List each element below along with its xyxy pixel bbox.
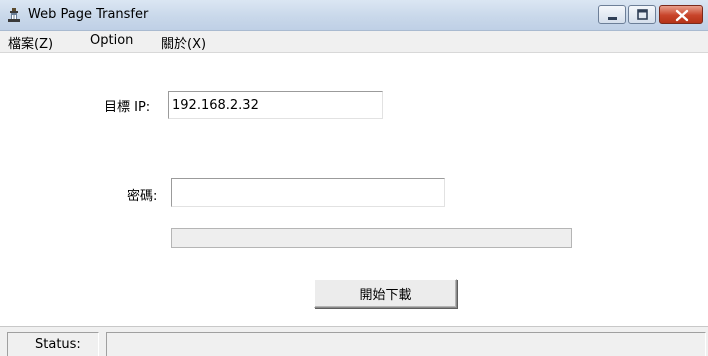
password-label: 密碼:: [127, 189, 158, 204]
status-label: Status:: [35, 337, 81, 352]
close-button[interactable]: [659, 5, 703, 24]
menu-file[interactable]: 檔案(Z): [8, 33, 53, 52]
title-bar[interactable]: Web Page Transfer: [0, 0, 708, 31]
window-title: Web Page Transfer: [28, 7, 149, 22]
app-window: Web Page Transfer 檔案(Z) Option 關於(X) 目標 …: [0, 0, 708, 356]
ip-label: 目標 IP:: [104, 100, 151, 115]
maximize-icon: [637, 9, 648, 20]
status-bar: [0, 326, 708, 356]
ip-input[interactable]: [168, 91, 383, 119]
start-download-button[interactable]: 開始下載: [314, 279, 457, 308]
menu-option[interactable]: Option: [90, 33, 133, 48]
app-icon: [8, 8, 20, 22]
menu-about[interactable]: 關於(X): [161, 33, 206, 52]
minimize-button[interactable]: [598, 5, 626, 24]
minimize-icon: [608, 17, 617, 20]
menu-bar: 檔案(Z) Option 關於(X): [0, 31, 708, 53]
download-progress-bar: [171, 228, 572, 248]
password-input[interactable]: [171, 178, 445, 207]
maximize-button[interactable]: [628, 5, 656, 24]
close-icon: [675, 9, 689, 22]
status-value-cell: [106, 332, 706, 356]
